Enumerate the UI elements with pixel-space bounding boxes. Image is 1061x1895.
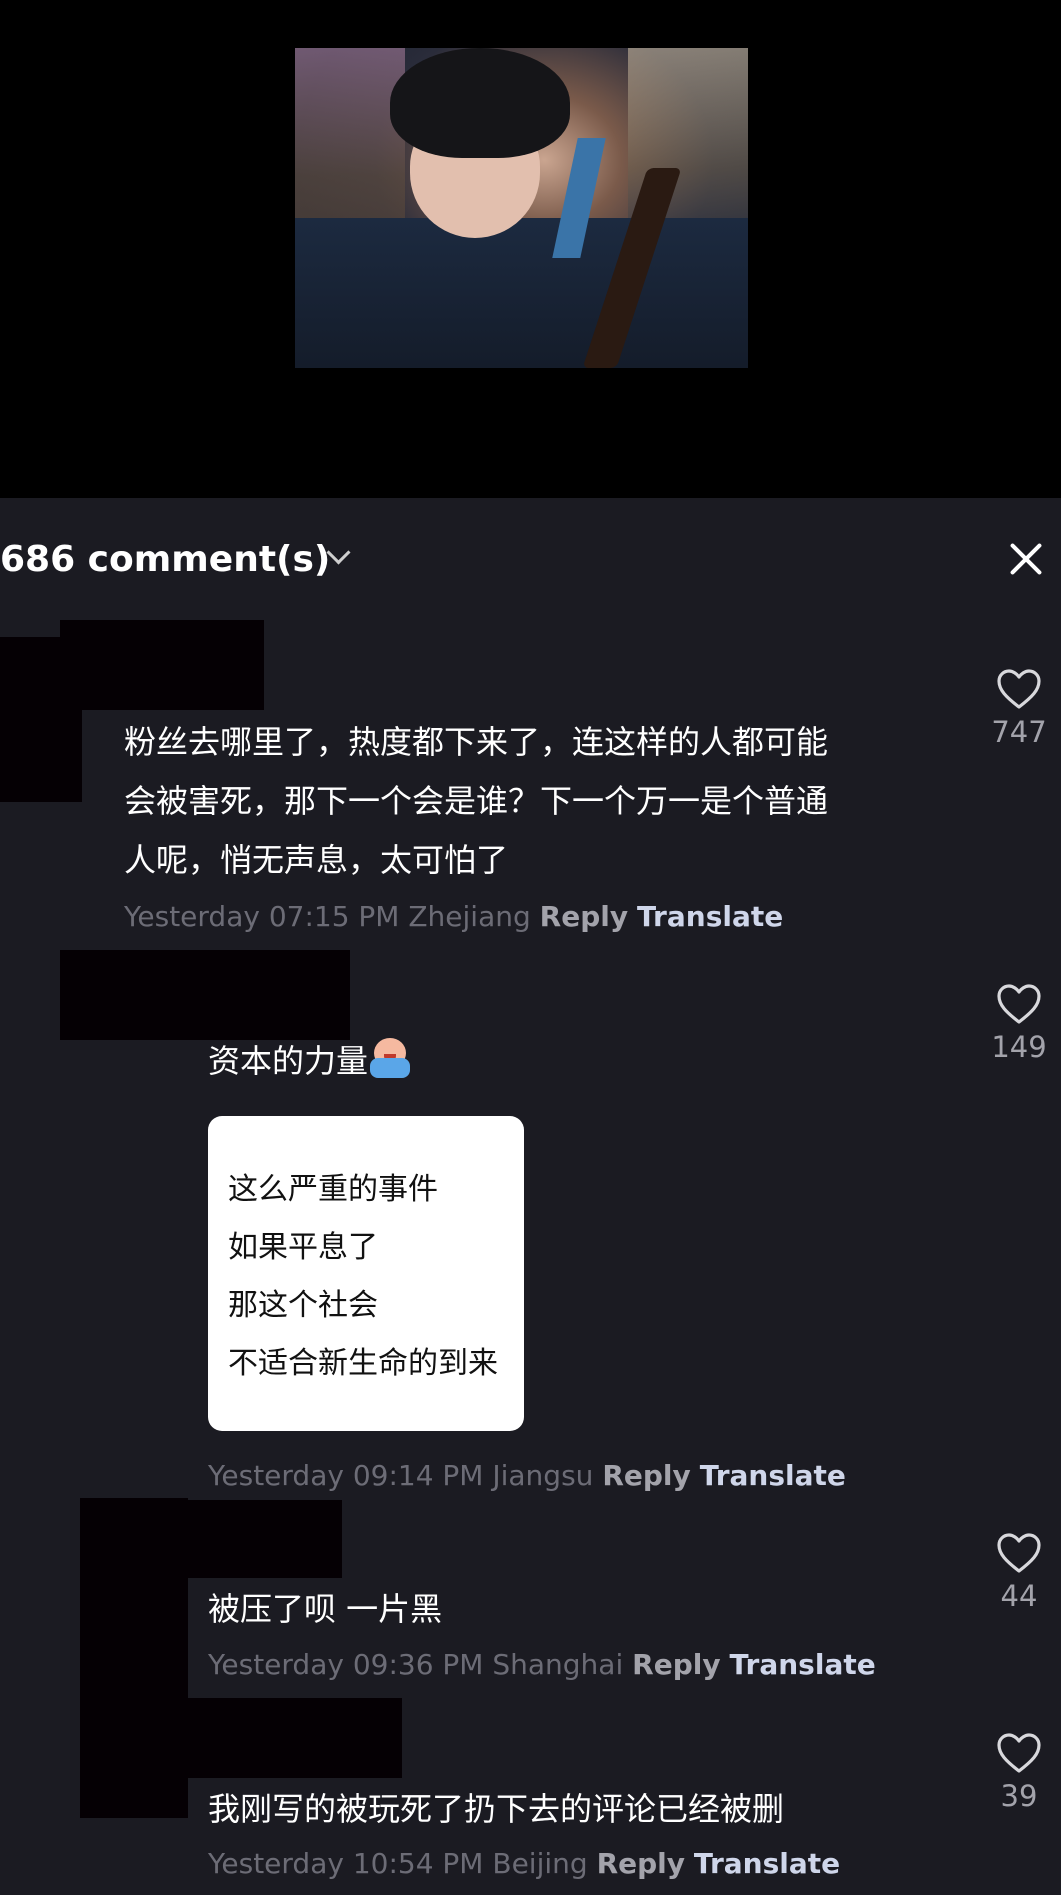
comment-text: 粉丝去哪里了，热度都下来了，连这样的人都可能 会被害死，那下一个会是谁？下一个万…: [124, 713, 954, 890]
comment-timestamp: Yesterday 09:14 PM Jiangsu: [208, 1459, 594, 1492]
comment-text-line: 人呢，悄无声息，太可怕了: [124, 841, 509, 879]
thumbnail-figure-hair: [390, 48, 570, 158]
like-button[interactable]: 44: [984, 1532, 1054, 1614]
translate-button[interactable]: Translate: [637, 900, 783, 933]
comment-meta: Yesterday 07:15 PM Zhejiang Reply Transl…: [124, 900, 783, 934]
video-thumbnail[interactable]: [295, 48, 748, 368]
comment-count[interactable]: 686 comment(s): [0, 538, 330, 582]
comment-text: 我刚写的被玩死了扔下去的评论已经被删: [208, 1790, 785, 1828]
like-count: 747: [991, 715, 1047, 749]
translate-button[interactable]: Translate: [730, 1648, 876, 1681]
translate-button[interactable]: Translate: [694, 1847, 840, 1880]
comment-image-card[interactable]: 这么严重的事件 如果平息了 那这个社会 不适合新生命的到来: [208, 1116, 524, 1431]
redacted-username: [180, 1500, 342, 1578]
redacted-username: [178, 1698, 402, 1778]
card-text-line: 不适合新生命的到来: [228, 1346, 498, 1381]
reply-button[interactable]: Reply: [632, 1648, 720, 1681]
comment-text: 被压了呗 一片黑: [208, 1590, 443, 1628]
card-text-line: 如果平息了: [228, 1230, 378, 1265]
like-count: 149: [991, 1030, 1047, 1064]
heart-icon: [997, 1533, 1041, 1573]
comment-timestamp: Yesterday 07:15 PM Zhejiang: [124, 900, 531, 933]
heart-icon: [997, 1733, 1041, 1773]
heart-icon: [997, 669, 1041, 709]
crying-face-emoji: [368, 1036, 412, 1080]
reply-button[interactable]: Reply: [540, 900, 628, 933]
like-button[interactable]: 149: [984, 983, 1054, 1065]
comment-text-line: 粉丝去哪里了，热度都下来了，连这样的人都可能: [124, 723, 829, 761]
thumbnail-figure-robe: [295, 218, 748, 368]
comment-text-line: 会被害死，那下一个会是谁？下一个万一是个普通: [124, 782, 829, 820]
like-button[interactable]: 747: [984, 668, 1054, 750]
comment-meta: Yesterday 09:14 PM Jiangsu Reply Transla…: [208, 1459, 846, 1493]
comment-timestamp: Yesterday 10:54 PM Beijing: [208, 1847, 588, 1880]
like-count: 39: [1000, 1779, 1038, 1813]
heart-icon: [997, 984, 1041, 1024]
card-text-line: 这么严重的事件: [228, 1172, 438, 1207]
comment-timestamp: Yesterday 09:36 PM Shanghai: [208, 1648, 624, 1681]
redacted-username: [60, 620, 264, 710]
comment-text: 资本的力量: [208, 1032, 412, 1091]
card-text-line: 那这个社会: [228, 1288, 378, 1323]
like-button[interactable]: 39: [984, 1732, 1054, 1814]
redacted-avatar: [80, 1498, 188, 1818]
comment-meta: Yesterday 10:54 PM Beijing Reply Transla…: [208, 1847, 840, 1881]
video-area[interactable]: [0, 0, 1061, 498]
reply-button[interactable]: Reply: [597, 1847, 685, 1880]
comment-meta: Yesterday 09:36 PM Shanghai Reply Transl…: [208, 1648, 876, 1682]
reply-button[interactable]: Reply: [602, 1459, 690, 1492]
close-icon[interactable]: [1006, 538, 1046, 578]
redacted-username: [60, 950, 350, 1040]
translate-button[interactable]: Translate: [700, 1459, 846, 1492]
comment-text-line: 资本的力量: [208, 1042, 369, 1080]
like-count: 44: [1000, 1579, 1038, 1613]
